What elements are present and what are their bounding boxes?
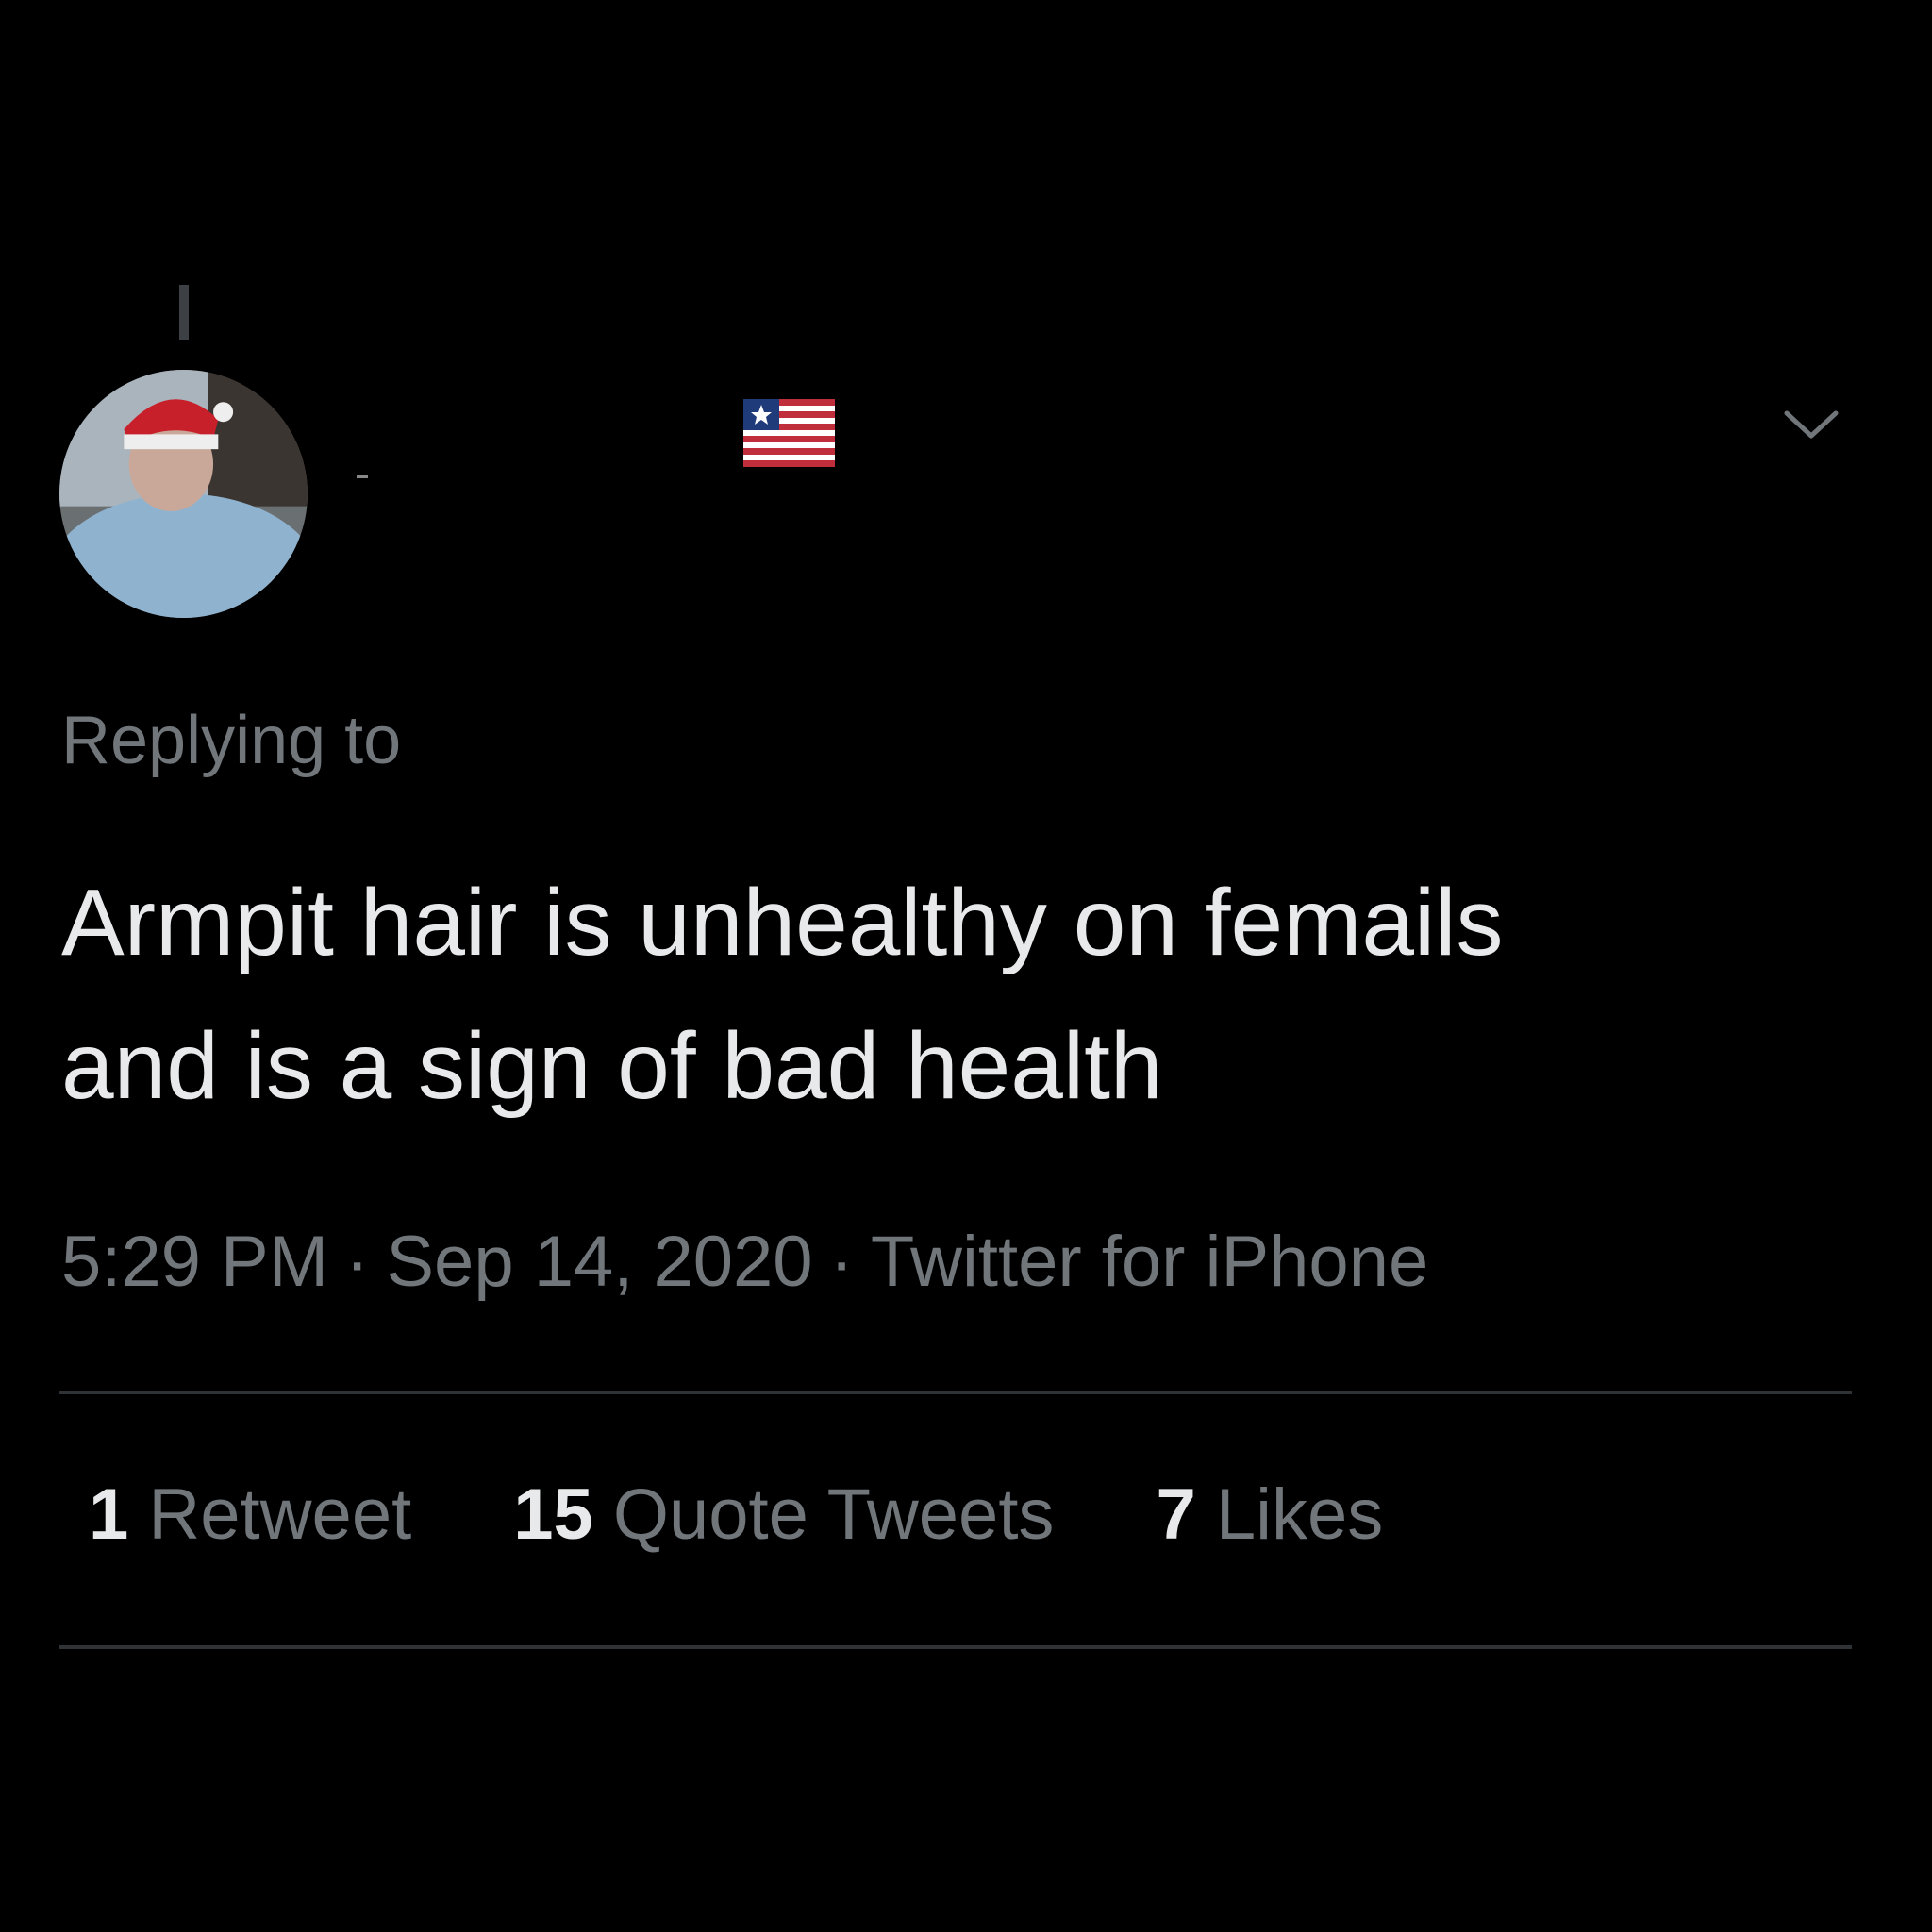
likes-stat[interactable]: 7 Likes — [1156, 1470, 1383, 1560]
tweet-stats: 1 Retweet 15 Quote Tweets 7 Likes — [89, 1470, 1383, 1560]
tweet-text-line: Armpit hair is unhealthy on femails — [61, 870, 1504, 975]
likes-label: Likes — [1215, 1474, 1384, 1555]
chevron-down-icon[interactable] — [1781, 404, 1841, 445]
thread-connector-line — [179, 285, 189, 340]
liberia-flag-icon — [743, 399, 835, 467]
divider — [59, 1645, 1852, 1649]
divider — [59, 1391, 1852, 1394]
avatar[interactable] — [59, 370, 308, 618]
tweet-text: Armpit hair is unhealthy on femails and … — [61, 851, 1873, 1138]
meta-separator: · — [345, 1222, 370, 1302]
tweet-text-line: and is a sign of bad health — [61, 1013, 1163, 1119]
avatar-image — [59, 370, 308, 618]
tweet-time[interactable]: 5:29 PM — [61, 1222, 328, 1302]
replying-to-label: Replying to — [61, 703, 402, 778]
redacted-handle-mark — [357, 475, 368, 478]
tweet-date[interactable]: Sep 14, 2020 — [386, 1222, 812, 1302]
tweet-source[interactable]: Twitter for iPhone — [871, 1222, 1428, 1302]
quote-tweets-label: Quote Tweets — [612, 1474, 1055, 1555]
tweet-metadata: 5:29 PM · Sep 14, 2020 · Twitter for iPhone — [61, 1217, 1428, 1307]
retweets-stat[interactable]: 1 Retweet — [89, 1470, 411, 1560]
meta-separator: · — [829, 1222, 854, 1302]
retweets-count: 1 — [89, 1474, 129, 1555]
likes-count: 7 — [1156, 1474, 1196, 1555]
quote-tweets-stat[interactable]: 15 Quote Tweets — [513, 1470, 1054, 1560]
quote-tweets-count: 15 — [513, 1474, 593, 1555]
retweets-label: Retweet — [148, 1474, 412, 1555]
